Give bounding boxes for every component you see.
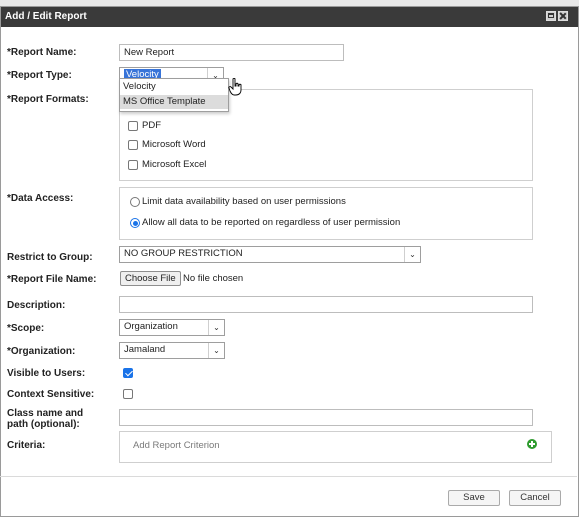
allow-all-data-label: Allow all data to be reported on regardl… [142, 217, 401, 228]
format-pdf-label: PDF [142, 120, 161, 131]
dialog-titlebar: Add / Edit Report [1, 7, 578, 27]
chevron-down-icon: ⌄ [208, 343, 224, 358]
restrict-group-value: NO GROUP RESTRICTION [124, 248, 243, 259]
report-type-option-ms-office[interactable]: MS Office Template [120, 95, 228, 109]
organization-value: Jamaland [124, 344, 166, 355]
report-formats-label: *Report Formats: [7, 94, 89, 105]
chevron-down-icon: ⌄ [208, 320, 224, 335]
data-access-box [119, 187, 533, 240]
limit-data-radio[interactable] [130, 197, 140, 207]
class-name-input[interactable] [119, 409, 533, 426]
limit-data-label: Limit data availability based on user pe… [142, 196, 346, 207]
class-name-label-line1: Class name and [7, 408, 84, 419]
report-type-dropdown-list: Velocity MS Office Template [119, 78, 229, 112]
scope-label: *Scope: [7, 323, 45, 334]
dialog-title: Add / Edit Report [5, 11, 87, 22]
chevron-down-icon: ⌄ [404, 247, 420, 262]
maximize-icon[interactable] [546, 11, 556, 21]
description-label: Description: [7, 300, 66, 311]
add-criterion-plus-icon[interactable] [527, 439, 537, 449]
restrict-group-label: Restrict to Group: [7, 252, 93, 263]
format-word-checkbox[interactable] [128, 140, 138, 150]
report-type-label: *Report Type: [7, 70, 72, 81]
description-input[interactable] [119, 296, 533, 313]
choose-file-button[interactable]: Choose File [120, 271, 181, 286]
no-file-chosen-text: No file chosen [183, 273, 244, 284]
visible-users-checkbox[interactable] [123, 368, 133, 378]
save-button[interactable]: Save [448, 490, 500, 506]
class-name-label: Class name and path (optional): [7, 408, 83, 430]
context-sensitive-checkbox[interactable] [123, 389, 133, 399]
organization-select[interactable]: Jamaland ⌄ [119, 342, 225, 359]
format-excel-checkbox[interactable] [128, 160, 138, 170]
restrict-group-select[interactable]: NO GROUP RESTRICTION ⌄ [119, 246, 421, 263]
add-report-criterion-text: Add Report Criterion [133, 440, 220, 451]
criteria-label: Criteria: [7, 440, 46, 451]
format-word-label: Microsoft Word [142, 139, 206, 150]
report-name-input[interactable]: New Report [119, 44, 344, 61]
class-name-label-line2: path (optional): [7, 419, 80, 430]
organization-label: *Organization: [7, 346, 76, 357]
format-pdf-checkbox[interactable] [128, 121, 138, 131]
format-excel-label: Microsoft Excel [142, 159, 207, 170]
report-file-name-label: *Report File Name: [7, 274, 97, 285]
data-access-label: *Data Access: [7, 193, 74, 204]
report-name-label: *Report Name: [7, 47, 77, 58]
context-sensitive-label: Context Sensitive: [7, 389, 95, 400]
dialog-footer-divider [0, 476, 577, 477]
report-type-option-velocity[interactable]: Velocity [120, 80, 228, 94]
close-icon[interactable] [558, 11, 568, 21]
cancel-button[interactable]: Cancel [509, 490, 561, 506]
hand-cursor-icon [228, 78, 242, 96]
allow-all-data-radio[interactable] [130, 218, 140, 228]
scope-value: Organization [124, 321, 178, 332]
visible-users-label: Visible to Users: [7, 368, 86, 379]
scope-select[interactable]: Organization ⌄ [119, 319, 225, 336]
